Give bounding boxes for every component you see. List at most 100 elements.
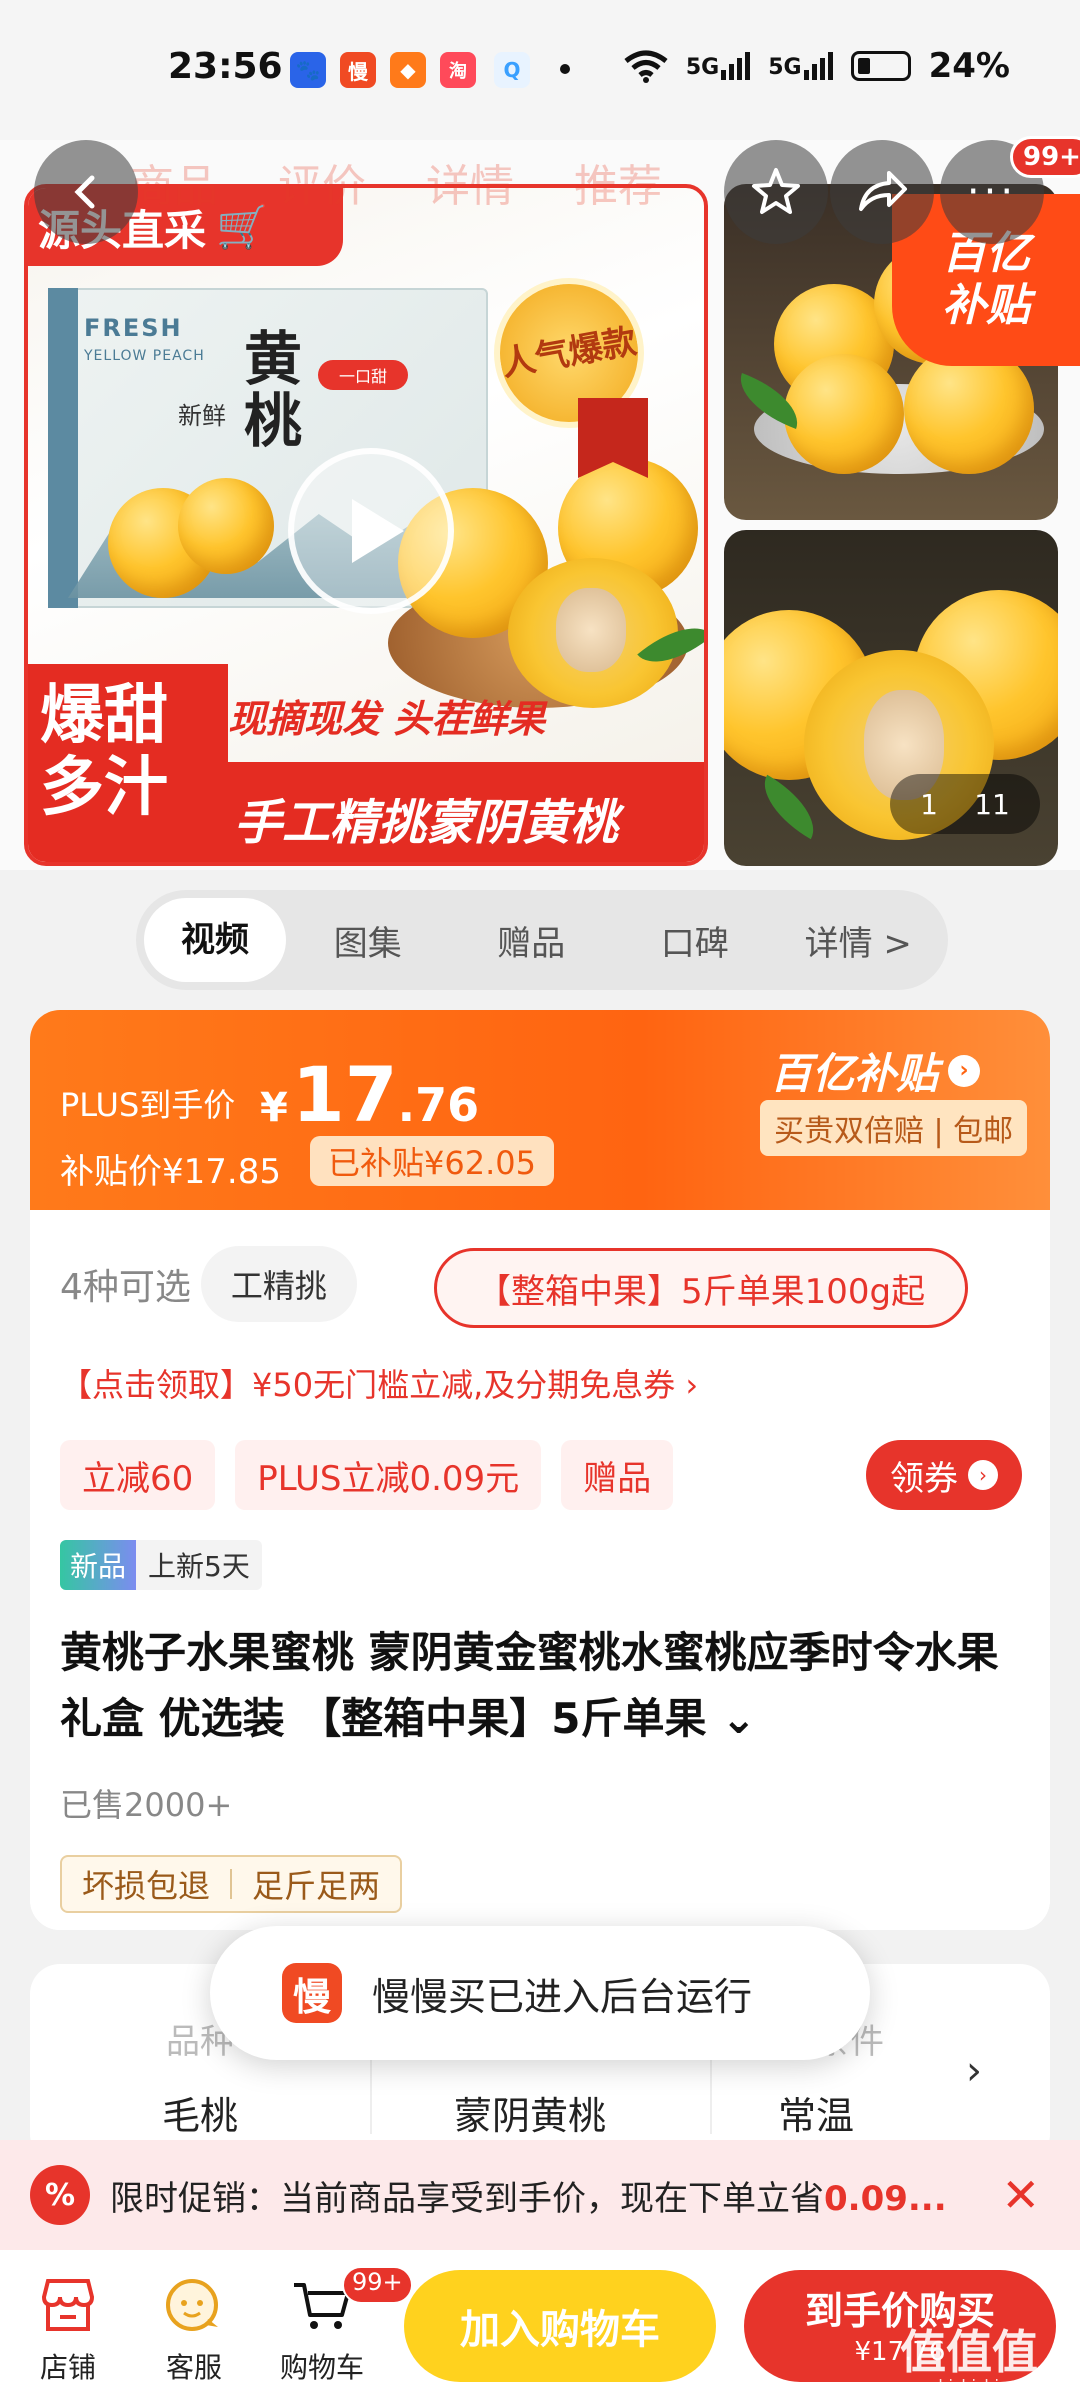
box-label-peach: 黄桃 bbox=[243, 325, 302, 455]
spec-value: 常温 bbox=[777, 2094, 854, 2138]
battery-icon bbox=[850, 51, 911, 81]
peach-image bbox=[178, 478, 274, 574]
banner-juicy-text: 爆甜多汁 bbox=[28, 664, 228, 862]
customer-service-button[interactable]: 客服 bbox=[134, 2270, 254, 2386]
new-tag: 新品 bbox=[60, 1540, 137, 1590]
subsidized-amount: 已补贴¥62.05 bbox=[310, 1136, 554, 1186]
wifi-icon bbox=[624, 50, 668, 83]
cart-label: 购物车 bbox=[279, 2351, 364, 2384]
price-header: PLUS到手价 ¥ 17 .76 补贴价¥17.85 已补贴¥62.05 百亿补… bbox=[30, 1010, 1050, 1210]
tab-product[interactable]: 商品 bbox=[130, 150, 218, 214]
spec-value: 蒙阴黄桃 bbox=[453, 2094, 606, 2138]
chevron-right-icon: › bbox=[948, 1054, 981, 1087]
back-button[interactable] bbox=[34, 140, 138, 244]
share-icon bbox=[859, 171, 907, 211]
image-counter-current: 1 bbox=[920, 787, 938, 821]
cell-signal-2: 5G bbox=[768, 52, 833, 80]
limited-promo-saving: 0.09... bbox=[824, 2178, 947, 2219]
box-subtitle-en: YELLOW PEACH bbox=[84, 348, 205, 364]
banner-handpicked-text: 手工精挑蒙阴黄桃 bbox=[218, 762, 704, 862]
baidu-icon: 🐾 bbox=[290, 52, 326, 88]
store-icon bbox=[33, 2270, 103, 2340]
close-icon[interactable]: ✕ bbox=[1001, 2168, 1040, 2222]
add-to-cart-button[interactable]: 加入购物车 bbox=[404, 2270, 716, 2382]
service-tags[interactable]: 坏损包退 足斤足两 bbox=[60, 1855, 403, 1913]
percent-icon: % bbox=[30, 2165, 90, 2225]
favorite-button[interactable] bbox=[724, 140, 828, 244]
promo-tag: 立减60 bbox=[60, 1440, 216, 1510]
new-days: 上新5天 bbox=[136, 1540, 262, 1590]
get-coupon-button[interactable]: 领券 › bbox=[866, 1440, 1022, 1510]
gift-box-side bbox=[48, 288, 78, 608]
watermark-url: zhizhizhi.com bbox=[930, 2376, 1039, 2395]
yi-badge-line2: 补贴 bbox=[942, 280, 1030, 331]
status-indicators: 5G 5G 24% bbox=[624, 46, 1010, 86]
network-type-1: 5G bbox=[685, 55, 720, 80]
cart-button[interactable]: 99+ 购物车 bbox=[262, 2266, 413, 2386]
chevron-left-icon bbox=[74, 175, 95, 209]
guarantee-tag: 买贵双倍赔 | 包邮 bbox=[760, 1100, 1028, 1156]
program-logo: 百亿补贴 bbox=[770, 1049, 939, 1098]
new-product-badge: 新品 上新5天 bbox=[60, 1540, 262, 1590]
manmanmai-icon: 慢 bbox=[282, 1963, 342, 2023]
price-card: PLUS到手价 ¥ 17 .76 补贴价¥17.85 已补贴¥62.05 百亿补… bbox=[30, 1010, 1050, 1930]
promo-tags: 立减60 PLUS立减0.09元 赠品 bbox=[60, 1440, 674, 1510]
product-gallery[interactable]: 源头直采 🛒 FRESH YELLOW PEACH 新鲜 黄桃 一口甜 人气爆款… bbox=[0, 140, 1080, 870]
variant-selected[interactable]: 【整箱中果】5斤单果100g起 bbox=[434, 1248, 969, 1328]
promo-tag: PLUS立减0.09元 bbox=[235, 1440, 542, 1510]
coupon-claim-link[interactable]: 【点击领取】¥50无门槛立减,及分期免息券 › bbox=[60, 1360, 698, 1406]
tab-gifts[interactable]: 赠品 bbox=[450, 916, 614, 965]
variant-selector[interactable]: 4种可选 工精挑 bbox=[60, 1246, 357, 1322]
box-label-fresh: 新鲜 bbox=[178, 402, 226, 430]
status-bar: 23:56 🐾 慢 ◆ 淘 Q 5G 5G 24% bbox=[0, 0, 1080, 140]
service-tag: 坏损包退 bbox=[82, 1867, 211, 1905]
chevron-right-icon[interactable]: › bbox=[966, 2048, 982, 2094]
variant-count: 4种可选 bbox=[60, 1267, 191, 1308]
subsidy-price: 补贴价¥17.85 bbox=[60, 1152, 281, 1192]
play-icon bbox=[352, 499, 404, 563]
notification-dot bbox=[560, 64, 570, 74]
limited-promo-bar[interactable]: % 限时促销：当前商品享受到手价，现在下单立省0.09... ✕ bbox=[0, 2140, 1080, 2250]
peach-image bbox=[784, 354, 904, 474]
peach-pit-image bbox=[556, 588, 626, 672]
tab-reputation[interactable]: 口碑 bbox=[613, 916, 777, 965]
tab-details[interactable]: 详情 bbox=[426, 150, 514, 214]
signal-bars-icon bbox=[803, 52, 833, 80]
get-coupon-label: 领券 bbox=[890, 1458, 958, 1499]
status-time: 23:56 bbox=[168, 46, 283, 87]
box-seal: 一口甜 bbox=[318, 360, 408, 390]
tab-gallery[interactable]: 图集 bbox=[286, 916, 450, 965]
variant-option[interactable]: 工精挑 bbox=[200, 1246, 357, 1322]
signal-bars-icon bbox=[721, 52, 751, 80]
tab-details-more[interactable]: 详情 > bbox=[777, 916, 941, 965]
box-title-en: FRESH bbox=[84, 314, 183, 342]
network-type-2: 5G bbox=[768, 55, 802, 80]
tab-recommend[interactable]: 推荐 bbox=[574, 150, 662, 214]
billion-subsidy-link[interactable]: 百亿补贴 › bbox=[770, 1040, 981, 1101]
toast-message: 慢慢买已进入后台运行 bbox=[372, 1974, 753, 2019]
page-tabs: 商品 评价 详情 推荐 bbox=[130, 150, 662, 214]
video-play-button[interactable] bbox=[288, 448, 454, 614]
store-label: 店铺 bbox=[39, 2351, 96, 2384]
background-toast: 慢 慢慢买已进入后台运行 bbox=[210, 1926, 870, 2060]
price-decimal: .76 bbox=[397, 1078, 480, 1132]
sold-count: 已售2000+ bbox=[60, 1786, 233, 1824]
customer-service-label: 客服 bbox=[165, 2351, 222, 2384]
price-integer: 17 bbox=[291, 1050, 398, 1139]
media-tabs: 视频 图集 赠品 口碑 详情 > bbox=[136, 890, 948, 990]
image-counter-total: 11 bbox=[974, 787, 1010, 821]
store-button[interactable]: 店铺 bbox=[8, 2270, 128, 2386]
banner-fresh-text: 现摘现发 头茬鲜果 bbox=[228, 697, 546, 741]
cart-count-badge: 99+ bbox=[342, 2266, 413, 2304]
main-product-image[interactable]: 源头直采 🛒 FRESH YELLOW PEACH 新鲜 黄桃 一口甜 人气爆款… bbox=[24, 184, 708, 866]
limited-promo-message: 限时促销：当前商品享受到手价，现在下单立省 bbox=[110, 2178, 824, 2219]
tab-reviews[interactable]: 评价 bbox=[278, 150, 366, 214]
watermark: 值值值 bbox=[900, 2325, 1038, 2379]
service-tag: 足斤足两 bbox=[252, 1867, 381, 1905]
more-dots-icon: ··· bbox=[966, 169, 1018, 215]
promo-banner: 爆甜多汁 现摘现发 头茬鲜果 手工精挑蒙阴黄桃 bbox=[28, 664, 704, 862]
product-title[interactable]: 黄桃子水果蜜桃 蒙阴黄金蜜桃水蜜桃应季时令水果礼盒 优选装 【整箱中果】5斤单果… bbox=[60, 1620, 1020, 1752]
share-button[interactable] bbox=[830, 140, 934, 244]
tab-video[interactable]: 视频 bbox=[144, 898, 286, 982]
promo-tag: 赠品 bbox=[561, 1440, 674, 1510]
